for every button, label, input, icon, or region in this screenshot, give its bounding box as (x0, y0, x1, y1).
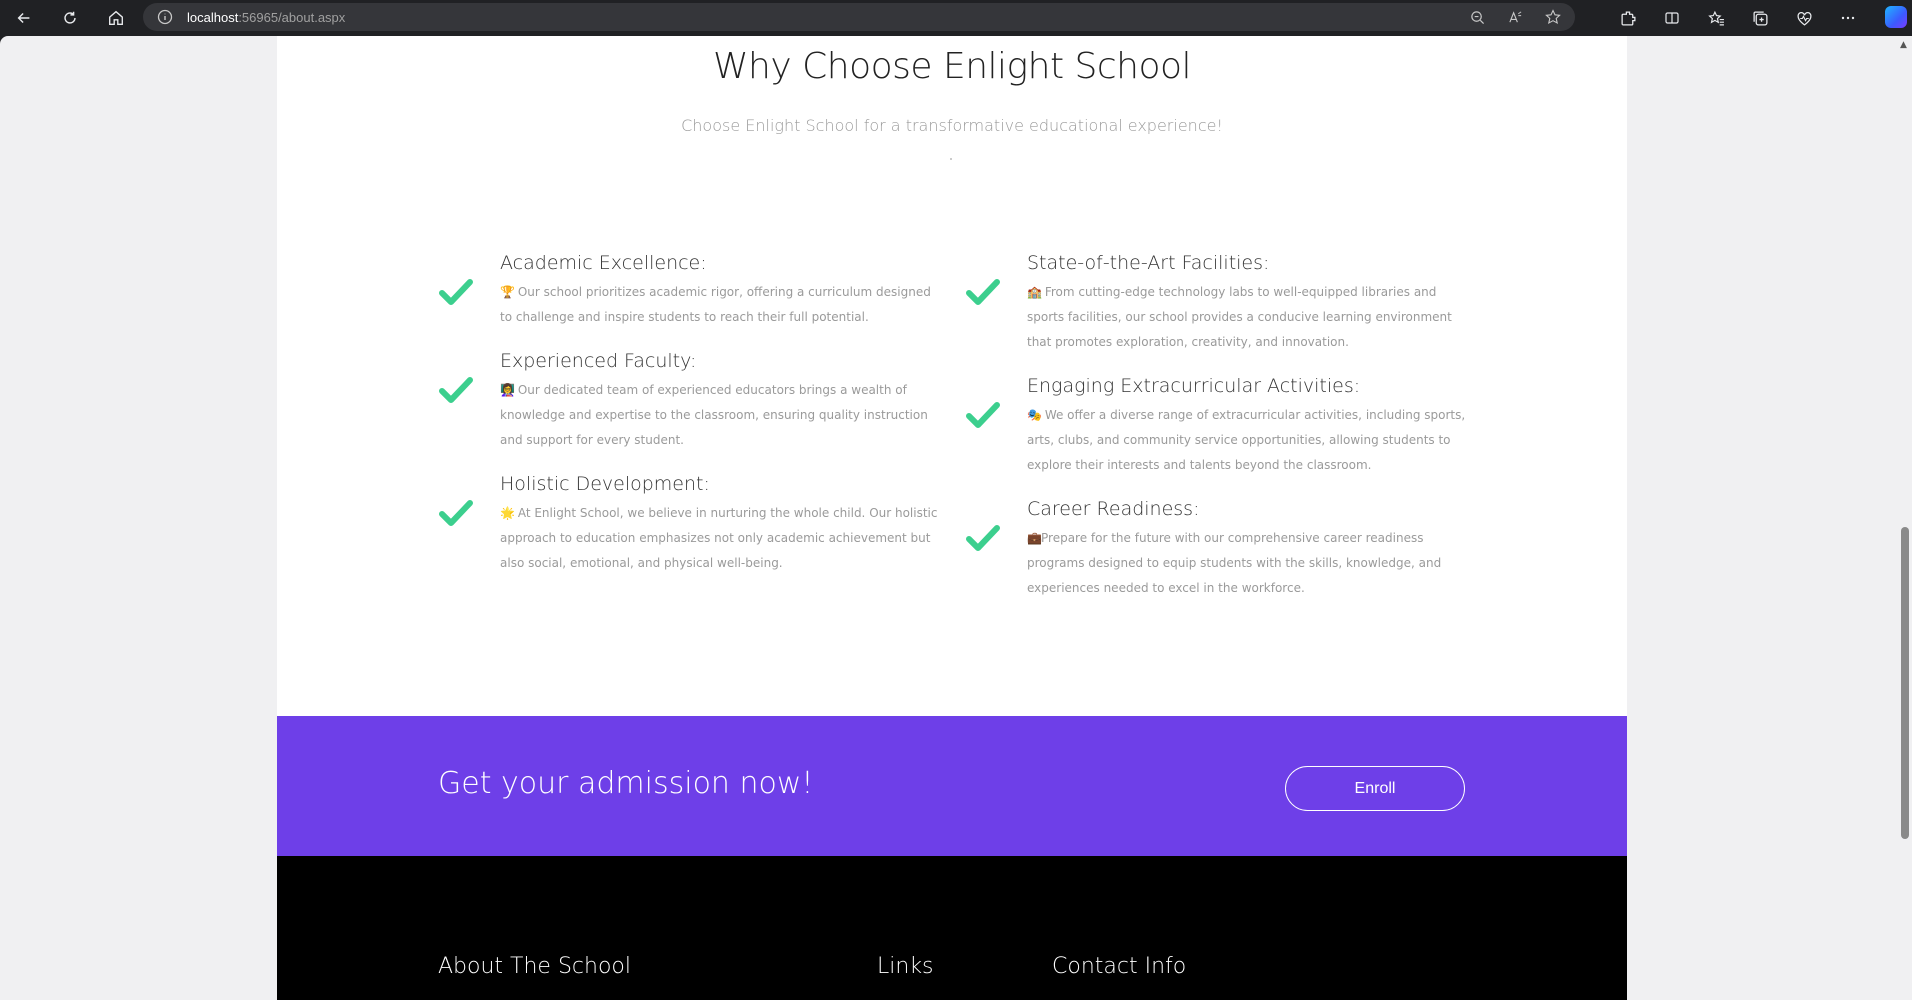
why-choose-title: Why Choose Enlight School (712, 46, 1192, 87)
feature-text: 🎭 We offer a diverse range of extracurri… (1027, 403, 1467, 478)
feature-title: Academic Excellence: (500, 252, 707, 274)
read-aloud-icon[interactable] (1505, 7, 1525, 27)
briefcase-icon: 💼 (1027, 531, 1042, 545)
teacher-icon: 👩‍🏫 (500, 383, 515, 397)
url-host: localhost (187, 9, 239, 25)
feature-title: State-of-the-Art Facilities: (1027, 252, 1270, 274)
back-icon[interactable] (10, 4, 38, 32)
footer-about-heading: About The School (438, 954, 631, 979)
browser-essentials-icon[interactable] (1791, 6, 1817, 30)
feature-description: We offer a diverse range of extracurricu… (1027, 408, 1466, 472)
check-icon (965, 520, 1001, 556)
more-menu-icon[interactable] (1835, 6, 1861, 30)
vertical-scrollbar[interactable] (1898, 36, 1912, 1000)
scroll-up-arrow-icon[interactable]: ▲ (1900, 40, 1910, 50)
zoom-out-icon[interactable] (1467, 7, 1487, 27)
footer-links-heading: Links (877, 954, 934, 979)
home-icon[interactable] (102, 4, 130, 32)
extensions-icon[interactable] (1615, 6, 1641, 30)
favorite-star-icon[interactable] (1543, 7, 1563, 27)
star-icon: 🌟 (500, 506, 515, 520)
address-bar[interactable]: localhost:56965/about.aspx (143, 3, 1575, 31)
feature-description: From cutting-edge technology labs to wel… (1027, 285, 1452, 349)
feature-description: Our dedicated team of experienced educat… (500, 383, 928, 447)
site-info-icon[interactable] (157, 9, 173, 25)
trophy-icon: 🏆 (500, 285, 515, 299)
collections-icon[interactable] (1747, 6, 1773, 30)
check-icon (438, 495, 474, 531)
feature-text: 🏆 Our school prioritizes academic rigor,… (500, 280, 940, 330)
footer: About The School Links Contact Info (277, 856, 1627, 1000)
admission-title: Get your admission now! (438, 766, 814, 801)
check-icon (438, 372, 474, 408)
check-icon (438, 274, 474, 310)
page-viewport: Why Choose Enlight School Choose Enlight… (0, 36, 1912, 1000)
enroll-button[interactable]: Enroll (1285, 766, 1465, 811)
scrollbar-thumb[interactable] (1901, 527, 1909, 839)
refresh-icon[interactable] (56, 4, 84, 32)
feature-title: Holistic Development: (500, 473, 710, 495)
footer-contact-heading: Contact Info (1052, 954, 1187, 979)
page-content: Why Choose Enlight School Choose Enlight… (277, 36, 1627, 1000)
feature-description: Our school prioritizes academic rigor, o… (500, 285, 931, 324)
favorites-icon[interactable] (1703, 6, 1729, 30)
school-icon: 🏫 (1027, 285, 1042, 299)
admission-banner: Get your admission now! Enroll (277, 716, 1627, 856)
feature-description: Prepare for the future with our comprehe… (1027, 531, 1442, 595)
feature-text: 💼Prepare for the future with our compreh… (1027, 526, 1467, 601)
feature-title: Experienced Faculty: (500, 350, 697, 372)
copilot-icon[interactable] (1885, 6, 1907, 28)
feature-description: At Enlight School, we believe in nurturi… (500, 506, 938, 570)
url-path: :56965/about.aspx (238, 9, 346, 25)
split-screen-icon[interactable] (1659, 6, 1685, 30)
why-choose-subtitle: Choose Enlight School for a transformati… (681, 116, 1223, 135)
feature-title: Career Readiness: (1027, 498, 1200, 520)
divider-dot (950, 158, 952, 160)
check-icon (965, 397, 1001, 433)
feature-text: 🏫 From cutting-edge technology labs to w… (1027, 280, 1467, 355)
feature-text: 👩‍🏫 Our dedicated team of experienced ed… (500, 378, 940, 453)
feature-title: Engaging Extracurricular Activities: (1027, 375, 1361, 397)
theater-masks-icon: 🎭 (1027, 408, 1042, 422)
check-icon (965, 274, 1001, 310)
feature-text: 🌟 At Enlight School, we believe in nurtu… (500, 501, 940, 576)
